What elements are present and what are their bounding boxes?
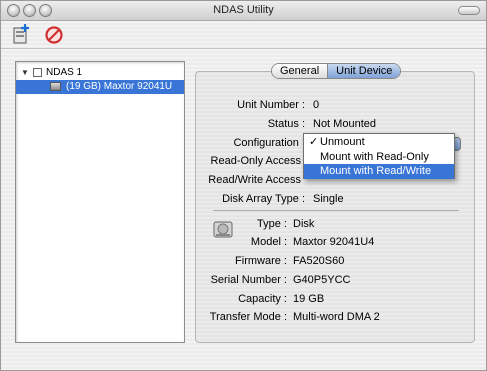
tab-bar: General Unit Device xyxy=(271,63,402,79)
read-only-access-label: Read-Only Access xyxy=(210,155,301,167)
capacity-value: 19 GB xyxy=(293,293,325,305)
tree-item-ndas-1[interactable]: ▼ NDAS 1 xyxy=(16,66,184,80)
status-value: Not Mounted xyxy=(313,118,376,130)
read-write-access-label: Read/Write Access xyxy=(208,174,301,186)
tree-item-label: (19 GB) Maxtor 92041U xyxy=(66,81,173,92)
prohibit-icon[interactable] xyxy=(43,23,65,45)
menu-item-label: Mount with Read-Only xyxy=(320,151,429,163)
add-disk-icon[interactable] xyxy=(11,23,33,45)
model-value: Maxtor 92041U4 xyxy=(293,236,375,248)
serial-number-label: Serial Number : xyxy=(210,274,287,286)
window-title: NDAS Utility xyxy=(213,4,274,16)
unit-number-label: Unit Number : xyxy=(237,99,305,111)
disk-array-type-label: Disk Array Type : xyxy=(222,193,305,205)
ndas-device-tree[interactable]: ▼ NDAS 1 (19 GB) Maxtor 92041U xyxy=(15,61,185,343)
unit-number-value: 0 xyxy=(313,99,320,111)
checkmark-icon: ✓ xyxy=(309,136,319,148)
menu-item-label: Unmount xyxy=(320,136,365,148)
disk-array-type-value: Single xyxy=(313,193,344,205)
menu-item-label: Mount with Read/Write xyxy=(320,165,432,177)
disclosure-triangle-icon[interactable]: ▼ xyxy=(21,66,29,80)
ndas-utility-window: NDAS Utility ▼ NDAS 1 (19 GB) Maxtor 920… xyxy=(0,0,487,371)
hard-disk-icon xyxy=(50,82,61,91)
section-divider xyxy=(213,210,459,211)
configuration-popup-menu[interactable]: ✓ Unmount Mount with Read-Only Mount wit… xyxy=(303,133,455,179)
type-value: Disk xyxy=(293,218,315,230)
tree-item-label: NDAS 1 xyxy=(46,67,83,78)
configuration-label: Configuration : xyxy=(233,137,305,149)
tree-item-unit-device[interactable]: (19 GB) Maxtor 92041U xyxy=(16,80,184,94)
device-checkbox[interactable] xyxy=(33,68,42,77)
tab-general[interactable]: General xyxy=(272,64,328,78)
menu-item-unmount[interactable]: ✓ Unmount xyxy=(304,135,454,150)
menu-item-mount-read-write[interactable]: Mount with Read/Write xyxy=(304,164,454,179)
menu-item-mount-read-only[interactable]: Mount with Read-Only xyxy=(304,150,454,165)
type-label: Type : xyxy=(257,218,287,230)
transfer-mode-value: Multi-word DMA 2 xyxy=(293,311,380,323)
firmware-label: Firmware : xyxy=(235,255,287,267)
firmware-value: FA520S60 xyxy=(293,255,345,267)
capacity-label: Capacity : xyxy=(238,293,287,305)
serial-number-value: G40P5YCC xyxy=(293,274,351,286)
toolbar-toggle-button[interactable] xyxy=(458,6,480,15)
title-bar: NDAS Utility xyxy=(1,1,486,21)
toolbar xyxy=(1,21,486,49)
transfer-mode-label: Transfer Mode : xyxy=(209,311,287,323)
status-label: Status : xyxy=(267,118,305,130)
tab-unit-device[interactable]: Unit Device xyxy=(327,64,401,78)
model-label: Model : xyxy=(250,236,287,248)
